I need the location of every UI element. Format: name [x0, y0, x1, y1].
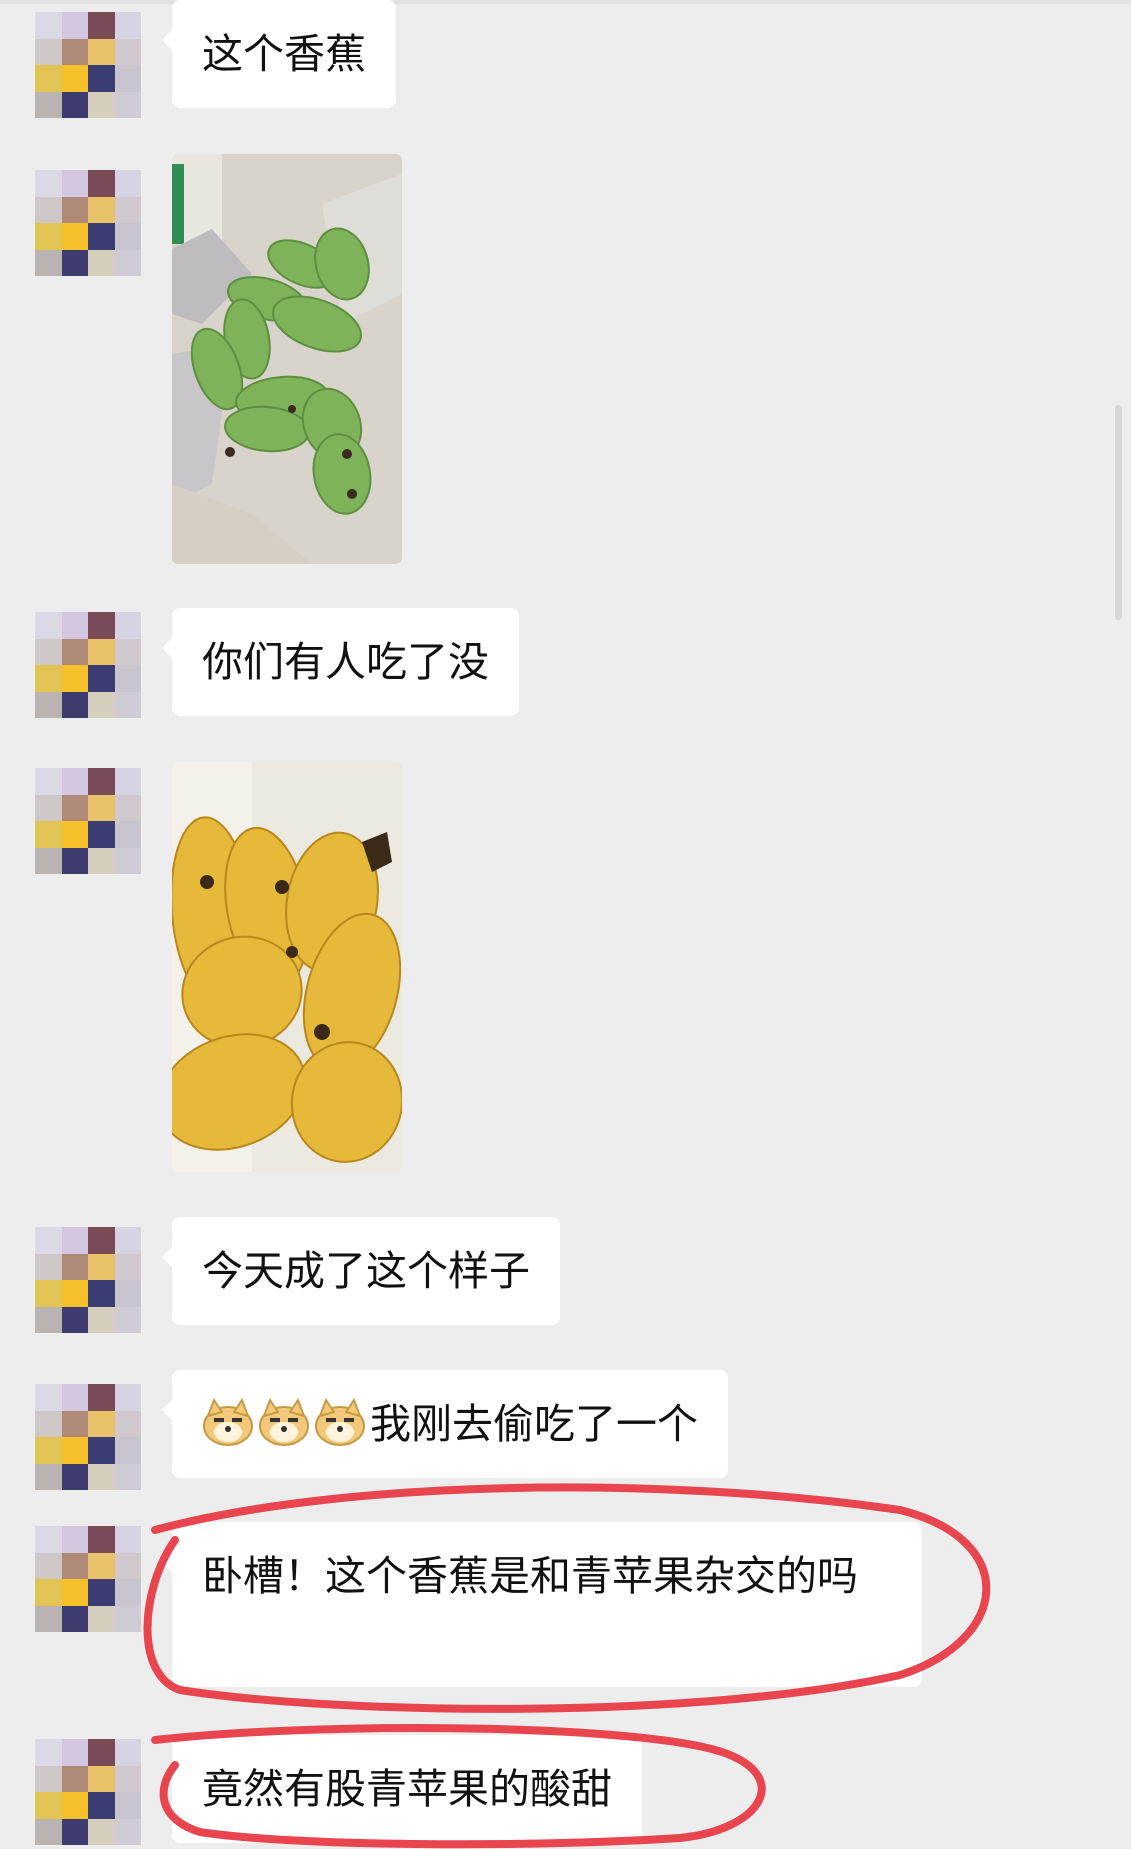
doge-emoji-icon: [314, 1397, 366, 1446]
yellow-bananas-image[interactable]: [172, 762, 402, 1172]
message-bubble[interactable]: 这个香蕉: [162, 0, 396, 108]
avatar[interactable]: [35, 170, 141, 276]
message-text: 我刚去偷吃了一个: [370, 1400, 698, 1448]
avatar[interactable]: [35, 1739, 141, 1845]
message-text: 竟然有股青苹果的酸甜: [202, 1765, 612, 1813]
avatar[interactable]: [35, 768, 141, 874]
message-bubble[interactable]: 你们有人吃了没: [162, 608, 519, 716]
doge-emoji-icon: [202, 1397, 254, 1446]
avatar[interactable]: [35, 612, 141, 718]
avatar[interactable]: [35, 1384, 141, 1490]
doge-emoji-icon: [258, 1397, 310, 1446]
scrollbar-thumb[interactable]: [1115, 405, 1122, 620]
avatar[interactable]: [35, 1526, 141, 1632]
avatar[interactable]: [35, 1227, 141, 1333]
message-bubble[interactable]: 我刚去偷吃了一个: [162, 1370, 728, 1478]
top-divider: [0, 0, 1131, 4]
message-text: 今天成了这个样子: [202, 1247, 530, 1295]
green-bananas-image[interactable]: [172, 154, 402, 564]
message-text: 卧槽！这个香蕉是和青苹果杂交的吗: [202, 1552, 858, 1600]
message-bubble[interactable]: 竟然有股青苹果的酸甜: [162, 1735, 642, 1843]
avatar[interactable]: [35, 12, 141, 118]
message-text: 这个香蕉: [202, 30, 366, 78]
message-text: 你们有人吃了没: [202, 638, 489, 686]
message-bubble[interactable]: 今天成了这个样子: [162, 1217, 560, 1325]
message-bubble[interactable]: 卧槽！这个香蕉是和青苹果杂交的吗: [162, 1522, 922, 1687]
